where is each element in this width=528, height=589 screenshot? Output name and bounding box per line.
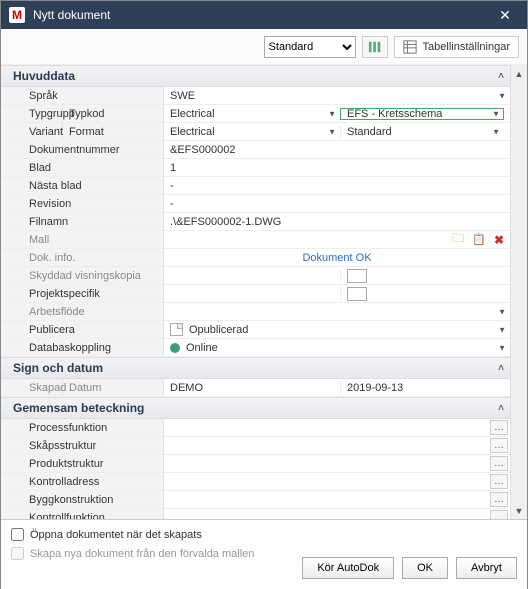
value-format[interactable]: Standard▼ bbox=[340, 126, 504, 138]
label-dokinfo: Dok. info. bbox=[1, 249, 164, 266]
toolbar: Standard Tabellinställningar bbox=[1, 29, 527, 65]
ok-button[interactable]: OK bbox=[402, 557, 448, 579]
value-produktstruktur[interactable]: … bbox=[164, 455, 510, 472]
label-doknr: Dokumentnummer bbox=[1, 141, 164, 158]
value-kontrollfunktion[interactable]: … bbox=[164, 509, 510, 519]
section-gemensam[interactable]: Gemensam beteckning ˄ bbox=[1, 397, 510, 419]
value-nasta[interactable]: - bbox=[164, 177, 510, 194]
chevron-down-icon[interactable]: ▼ bbox=[498, 343, 506, 352]
value-publicera[interactable]: Opublicerad▼ bbox=[164, 321, 510, 338]
app-logo: M bbox=[9, 7, 25, 23]
table-settings-label: Tabellinställningar bbox=[423, 41, 510, 53]
ellipsis-button[interactable]: … bbox=[490, 510, 508, 519]
label-skapad-datum: SkapadDatum bbox=[1, 379, 164, 396]
clipboard-icon[interactable]: 📋 bbox=[472, 233, 486, 246]
label-from-template: Skapa nya dokument från den förvalda mal… bbox=[30, 548, 254, 560]
value-typkod[interactable]: EFS - Kretsschema▼ bbox=[340, 108, 504, 120]
label-mall: Mall bbox=[1, 231, 164, 248]
ellipsis-button[interactable]: … bbox=[490, 492, 508, 507]
footer: Öppna dokumentet när det skapats Skapa n… bbox=[1, 519, 527, 589]
chevron-down-icon[interactable]: ▼ bbox=[492, 127, 500, 136]
label-publicera: Publicera bbox=[1, 321, 164, 338]
window-title: Nytt dokument bbox=[33, 8, 491, 22]
columns-icon-button[interactable] bbox=[362, 36, 388, 58]
value-filnamn[interactable]: .\&EFS000002-1.DWG bbox=[164, 213, 510, 230]
value-revision[interactable]: - bbox=[164, 195, 510, 212]
label-skyddad: Skyddad visningskopia bbox=[1, 267, 164, 284]
section-huvuddata[interactable]: Huvuddata ˄ bbox=[1, 65, 510, 87]
autodok-button[interactable]: Kör AutoDok bbox=[302, 557, 394, 579]
value-databas[interactable]: Online▼ bbox=[164, 339, 510, 356]
preset-select[interactable]: Standard bbox=[264, 36, 356, 58]
label-byggkonstruktion: Byggkonstruktion bbox=[1, 491, 164, 508]
status-dot-icon bbox=[170, 343, 180, 353]
chevron-down-icon[interactable]: ▼ bbox=[328, 109, 336, 118]
chevron-down-icon[interactable]: ▼ bbox=[498, 91, 506, 100]
label-open-after: Öppna dokumentet när det skapats bbox=[30, 529, 202, 541]
ellipsis-button[interactable]: … bbox=[490, 474, 508, 489]
label-produktstruktur: Produktstruktur bbox=[1, 455, 164, 472]
value-sprak[interactable]: SWE▼ bbox=[164, 87, 510, 104]
label-variant-format: VariantFormat bbox=[1, 123, 164, 140]
chevron-up-icon[interactable]: ˄ bbox=[498, 403, 504, 414]
value-datum[interactable]: 2019-09-13 bbox=[340, 382, 504, 394]
value-arbetsflode[interactable]: ▼ bbox=[164, 303, 510, 320]
value-byggkonstruktion[interactable]: … bbox=[164, 491, 510, 508]
chevron-down-icon[interactable]: ▼ bbox=[328, 127, 336, 136]
chevron-down-icon[interactable]: ▼ bbox=[498, 307, 506, 316]
ellipsis-button[interactable]: … bbox=[490, 438, 508, 453]
label-sprak: Språk bbox=[1, 87, 164, 104]
value-doknr[interactable]: &EFS000002 bbox=[164, 141, 510, 158]
label-databas: Databaskoppling bbox=[1, 339, 164, 356]
cancel-button[interactable]: Avbryt bbox=[456, 557, 517, 579]
document-icon bbox=[170, 323, 183, 336]
value-processfunktion[interactable]: … bbox=[164, 419, 510, 436]
delete-icon[interactable]: ✖ bbox=[494, 233, 504, 247]
value-kontrolladress[interactable]: … bbox=[164, 473, 510, 490]
value-dokinfo: Dokument OK bbox=[164, 249, 510, 266]
value-blad[interactable]: 1 bbox=[164, 159, 510, 176]
label-arbetsflode: Arbetsflöde bbox=[1, 303, 164, 320]
label-kontrolladress: Kontrolladress bbox=[1, 473, 164, 490]
label-revision: Revision bbox=[1, 195, 164, 212]
value-skapad[interactable]: DEMO bbox=[170, 382, 340, 394]
label-blad: Blad bbox=[1, 159, 164, 176]
scroll-down-icon[interactable]: ▼ bbox=[511, 502, 527, 519]
checkbox-skyddad[interactable] bbox=[340, 269, 504, 283]
label-projspec: Projektspecifik bbox=[1, 285, 164, 302]
scrollbar[interactable]: ▲ ▼ bbox=[510, 65, 527, 519]
table-settings-button[interactable]: Tabellinställningar bbox=[394, 36, 519, 58]
label-nasta: Nästa blad bbox=[1, 177, 164, 194]
value-skapsstruktur[interactable]: … bbox=[164, 437, 510, 454]
section-sign[interactable]: Sign och datum ˄ bbox=[1, 357, 510, 379]
scroll-up-icon[interactable]: ▲ bbox=[511, 65, 527, 82]
titlebar: M Nytt dokument ✕ bbox=[1, 1, 527, 29]
value-typgrupp[interactable]: Electrical▼ bbox=[170, 108, 340, 120]
chevron-down-icon[interactable]: ▼ bbox=[492, 109, 500, 118]
close-icon[interactable]: ✕ bbox=[491, 7, 519, 24]
label-kontrollfunktion: Kontrollfunktion bbox=[1, 509, 164, 519]
folder-icon[interactable]: 🗀 bbox=[452, 229, 464, 250]
label-typgrupp-typkod: TypgruppTypkod bbox=[1, 105, 164, 122]
checkbox-projspec[interactable] bbox=[340, 287, 504, 301]
label-skapsstruktur: Skåpsstruktur bbox=[1, 437, 164, 454]
label-filnamn: Filnamn bbox=[1, 213, 164, 230]
ellipsis-button[interactable]: … bbox=[490, 420, 508, 435]
checkbox-open-after[interactable] bbox=[11, 528, 24, 541]
chevron-up-icon[interactable]: ˄ bbox=[498, 71, 504, 82]
value-variant[interactable]: Electrical▼ bbox=[170, 126, 340, 138]
ellipsis-button[interactable]: … bbox=[490, 456, 508, 471]
checkbox-from-template bbox=[11, 547, 24, 560]
chevron-up-icon[interactable]: ˄ bbox=[498, 363, 504, 374]
chevron-down-icon[interactable]: ▼ bbox=[498, 325, 506, 334]
label-processfunktion: Processfunktion bbox=[1, 419, 164, 436]
value-mall[interactable]: 🗀 📋 ✖ bbox=[164, 231, 510, 248]
